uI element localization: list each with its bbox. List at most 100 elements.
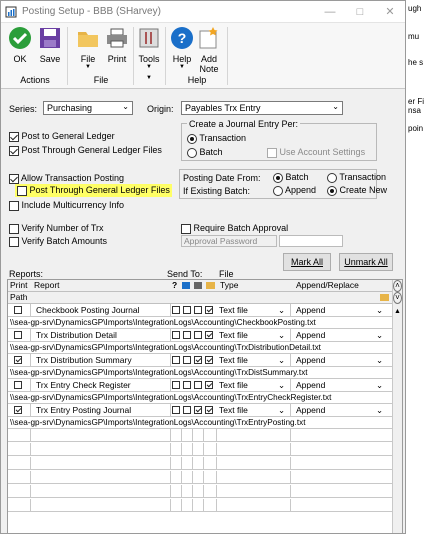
mark-all-button[interactable]: Mark All xyxy=(283,253,331,271)
minimize-button[interactable]: — xyxy=(315,6,345,18)
batch-radio[interactable]: Batch xyxy=(187,147,223,158)
close-button[interactable]: ✕ xyxy=(375,5,405,18)
send-screen-checkbox[interactable] xyxy=(183,406,191,414)
send-help-checkbox[interactable] xyxy=(172,306,180,314)
report-mode[interactable]: Append xyxy=(296,379,325,391)
include-multicurrency-checkbox[interactable]: Include Multicurrency Info xyxy=(9,200,124,211)
report-type[interactable]: Text file xyxy=(219,379,248,391)
empty-row[interactable] xyxy=(8,457,394,470)
report-mode[interactable]: Append xyxy=(296,404,325,416)
title-bar: Posting Setup - BBB (SHarvey) — □ ✕ xyxy=(1,1,405,23)
send-file-checkbox[interactable] xyxy=(205,331,213,339)
send-file-checkbox[interactable] xyxy=(205,306,213,314)
report-type[interactable]: Text file xyxy=(219,354,248,366)
send-file-checkbox[interactable] xyxy=(205,406,213,414)
chevron-down-icon[interactable]: ⌄ xyxy=(376,329,383,341)
send-printer-checkbox[interactable] xyxy=(194,306,202,314)
chevron-down-icon[interactable]: ⌄ xyxy=(376,304,383,316)
chevron-down-icon[interactable]: ⌄ xyxy=(278,354,285,366)
send-screen-checkbox[interactable] xyxy=(183,331,191,339)
verify-number-of-trx-checkbox[interactable]: Verify Number of Trx xyxy=(9,223,104,234)
allow-transaction-posting-checkbox[interactable]: Allow Transaction Posting xyxy=(9,173,124,184)
expand-icon[interactable]: ˅ xyxy=(393,292,402,304)
report-row[interactable]: Trx Distribution Detail Text file ⌄ Append ⌄ xyxy=(8,329,394,342)
send-printer-checkbox[interactable] xyxy=(194,406,202,414)
collapse-icon[interactable]: ˄ xyxy=(393,280,402,292)
save-button[interactable]: Save xyxy=(37,26,63,64)
send-help-checkbox[interactable] xyxy=(172,406,180,414)
report-type[interactable]: Text file xyxy=(219,329,248,341)
empty-row[interactable] xyxy=(8,485,394,498)
send-printer-checkbox[interactable] xyxy=(194,381,202,389)
send-printer-checkbox[interactable] xyxy=(194,331,202,339)
add-note-button[interactable]: Add Note xyxy=(195,26,223,74)
send-help-checkbox[interactable] xyxy=(172,331,180,339)
send-screen-checkbox[interactable] xyxy=(183,306,191,314)
vertical-scrollbar[interactable]: ˄ ˅ ▲ xyxy=(392,280,402,533)
chevron-down-icon[interactable]: ⌄ xyxy=(376,354,383,366)
unmark-all-button[interactable]: Unmark All xyxy=(339,253,393,271)
report-row[interactable]: Checkbook Posting Journal Text file ⌄ Appen… xyxy=(8,304,394,317)
scroll-up-icon[interactable]: ▲ xyxy=(393,308,402,318)
require-batch-approval-checkbox[interactable]: Require Batch Approval xyxy=(181,223,288,234)
chevron-down-icon[interactable]: ⌄ xyxy=(278,404,285,416)
create-new-radio[interactable]: Create New xyxy=(327,185,387,196)
report-row[interactable]: Trx Entry Check Register Text file ⌄ Append… xyxy=(8,379,394,392)
series-dropdown[interactable]: Purchasing ⌄ xyxy=(43,101,133,115)
report-mode[interactable]: Append xyxy=(296,354,325,366)
report-mode[interactable]: Append xyxy=(296,329,325,341)
print-checkbox[interactable] xyxy=(14,331,22,339)
chevron-down-icon[interactable]: ⌄ xyxy=(376,404,383,416)
file-button[interactable]: File ▼ xyxy=(75,26,101,70)
post-through-gl-files-checkbox[interactable]: Post Through General Ledger Files xyxy=(15,184,172,197)
post-through-gl-checkbox[interactable]: Post Through General Ledger Files xyxy=(9,145,162,156)
transaction-radio[interactable]: Transaction xyxy=(187,133,246,144)
report-path[interactable]: \\sea-gp-srv\DynamicsGP\Imports\Integrat… xyxy=(8,392,394,404)
report-path[interactable]: \\sea-gp-srv\DynamicsGP\Imports\Integrat… xyxy=(8,417,394,429)
send-file-checkbox[interactable] xyxy=(205,381,213,389)
posting-date-batch-radio[interactable]: Batch xyxy=(273,172,309,183)
chevron-down-icon[interactable]: ⌄ xyxy=(278,304,285,316)
approval-password-input[interactable] xyxy=(279,235,343,247)
send-file-checkbox[interactable] xyxy=(205,356,213,364)
send-screen-checkbox[interactable] xyxy=(183,356,191,364)
print-checkbox[interactable] xyxy=(14,381,22,389)
send-help-checkbox[interactable] xyxy=(172,381,180,389)
post-to-gl-checkbox[interactable]: Post to General Ledger xyxy=(9,131,115,142)
report-row[interactable]: Trx Entry Posting Journal Text file ⌄ Appen… xyxy=(8,404,394,417)
help-button[interactable]: ? Help ▼ xyxy=(169,26,195,70)
use-account-settings-checkbox[interactable]: Use Account Settings xyxy=(267,147,365,158)
print-checkbox[interactable] xyxy=(14,406,22,414)
tools-button[interactable]: Tools ▼ xyxy=(136,26,162,70)
empty-row[interactable] xyxy=(8,499,394,512)
chevron-down-icon[interactable]: ⌄ xyxy=(278,379,285,391)
empty-row[interactable] xyxy=(8,429,394,442)
print-checkbox[interactable] xyxy=(14,306,22,314)
send-screen-checkbox[interactable] xyxy=(183,381,191,389)
print-button[interactable]: Print xyxy=(104,26,130,64)
send-help-checkbox[interactable] xyxy=(172,356,180,364)
report-type[interactable]: Text file xyxy=(219,404,248,416)
send-printer-checkbox[interactable] xyxy=(194,356,202,364)
folder-icon[interactable] xyxy=(380,294,389,301)
report-path[interactable]: \\sea-gp-srv\DynamicsGP\Imports\Integrat… xyxy=(8,342,394,354)
chevron-down-icon[interactable]: ⌄ xyxy=(376,379,383,391)
append-radio[interactable]: Append xyxy=(273,185,316,196)
ok-button[interactable]: OK xyxy=(7,26,33,64)
posting-date-transaction-radio[interactable]: Transaction xyxy=(327,172,386,183)
maximize-button[interactable]: □ xyxy=(345,6,375,18)
group-tools-expander[interactable]: ▼ xyxy=(139,75,159,81)
tools-label: Tools xyxy=(138,54,160,64)
verify-batch-amounts-checkbox[interactable]: Verify Batch Amounts xyxy=(9,236,107,247)
report-path[interactable]: \\sea-gp-srv\DynamicsGP\Imports\Integrat… xyxy=(8,367,394,379)
bg-text-2: mu xyxy=(408,32,420,41)
report-type[interactable]: Text file xyxy=(219,304,248,316)
empty-row[interactable] xyxy=(8,443,394,456)
report-mode[interactable]: Append xyxy=(296,304,325,316)
report-path[interactable]: \\sea-gp-srv\DynamicsGP\Imports\Integrat… xyxy=(8,317,394,329)
print-checkbox[interactable] xyxy=(14,356,22,364)
empty-row[interactable] xyxy=(8,471,394,484)
origin-dropdown[interactable]: Payables Trx Entry ⌄ xyxy=(181,101,343,115)
chevron-down-icon[interactable]: ⌄ xyxy=(278,329,285,341)
report-row[interactable]: Trx Distribution Summary Text file ⌄ Append… xyxy=(8,354,394,367)
